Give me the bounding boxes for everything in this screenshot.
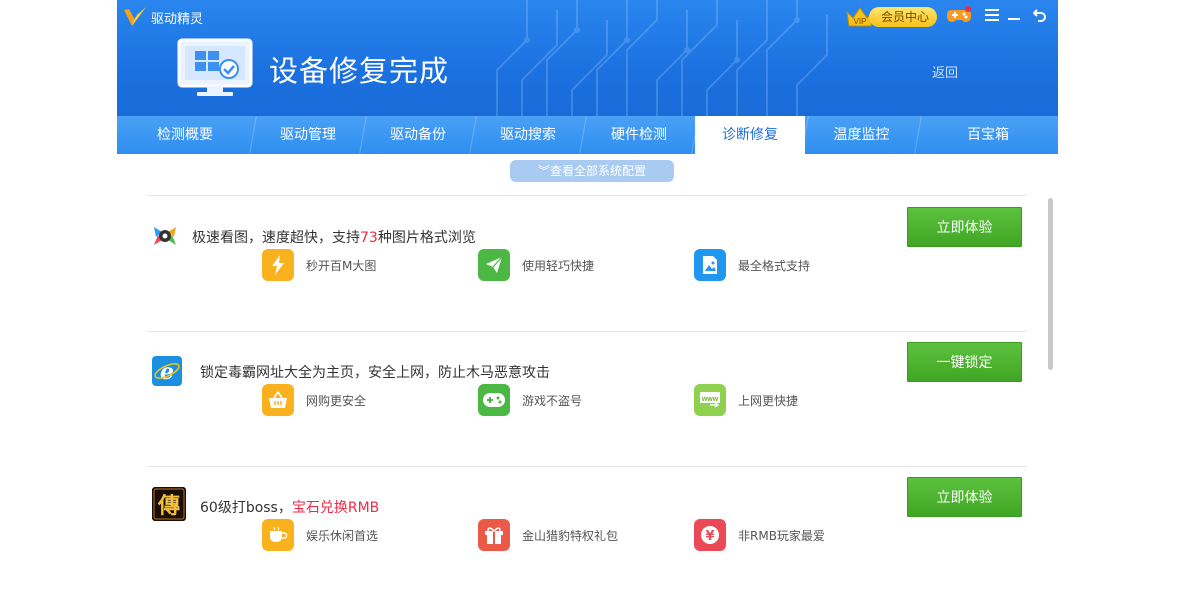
svg-text:¥: ¥ bbox=[705, 529, 714, 544]
driver-genius-window: 驱动精灵 设备修复完成 返回 VIP 会员中心 检测概要 驱动管理 驱动备份 驱… bbox=[117, 0, 1058, 600]
promo-title: 极速看图，速度超快，支持73种图片格式浏览 bbox=[192, 227, 476, 247]
close-return-button[interactable] bbox=[1029, 4, 1051, 26]
logo-swoosh-icon bbox=[124, 7, 146, 26]
photo-viewer-eye-icon bbox=[151, 222, 179, 250]
feature-label: 网购更安全 bbox=[306, 393, 367, 408]
tab-toolbox[interactable]: 百宝箱 bbox=[912, 116, 1058, 154]
feature-item: 金山猎豹特权礼包 bbox=[478, 519, 618, 551]
try-now-button[interactable]: 立即体验 bbox=[907, 207, 1022, 247]
feature-label: 使用轻巧快捷 bbox=[522, 258, 595, 273]
paper-plane-icon bbox=[478, 249, 510, 281]
feature-label: 非RMB玩家最爱 bbox=[738, 528, 825, 543]
promo-homepage-lock: e 锁定毒霸网址大全为主页，安全上网，防止木马恶意攻击 一键锁定 网购更安全 游… bbox=[117, 342, 1058, 486]
svg-text:傳: 傳 bbox=[157, 493, 180, 519]
return-arrow-icon bbox=[1033, 9, 1046, 22]
promo-title-tail: 种图片格式浏览 bbox=[377, 230, 476, 246]
view-all-config-button[interactable]: ︾查看全部系统配置 bbox=[510, 160, 674, 182]
app-logo: 驱动精灵 bbox=[123, 6, 203, 28]
double-chevron-down-icon: ︾ bbox=[537, 164, 550, 178]
gamepad-icon bbox=[478, 384, 510, 416]
circuit-decoration bbox=[496, 0, 828, 116]
promo-title-text: 60级打boss， bbox=[200, 500, 292, 516]
view-all-label: 查看全部系统配置 bbox=[550, 164, 647, 178]
tab-overview[interactable]: 检测概要 bbox=[117, 116, 253, 154]
game-center-button[interactable] bbox=[945, 4, 973, 26]
minimize-icon bbox=[1008, 18, 1020, 20]
tab-diagnose-repair[interactable]: 诊断修复 bbox=[689, 116, 805, 154]
promo-title: 60级打boss，宝石兑换RMB bbox=[200, 497, 379, 517]
promo-title-highlight: 73 bbox=[360, 230, 378, 246]
shopping-basket-icon bbox=[262, 384, 294, 416]
vip-center-button[interactable]: VIP 会员中心 bbox=[845, 6, 938, 28]
image-file-icon bbox=[694, 249, 726, 281]
ie-browser-icon: e bbox=[152, 356, 182, 386]
tab-driver-backup[interactable]: 驱动备份 bbox=[357, 116, 473, 154]
feature-item: 使用轻巧快捷 bbox=[478, 249, 594, 281]
feature-label: 金山猎豹特权礼包 bbox=[522, 528, 619, 543]
svg-text:www: www bbox=[701, 396, 719, 403]
feature-item: www 上网更快捷 bbox=[694, 384, 798, 416]
svg-text:e: e bbox=[160, 359, 174, 385]
promo-title-text: 极速看图，速度超快，支持 bbox=[192, 230, 360, 246]
promo-title-highlight: 宝石兑换RMB bbox=[291, 500, 380, 516]
feature-item: 秒开百M大图 bbox=[262, 249, 376, 281]
feature-item: 最全格式支持 bbox=[694, 249, 810, 281]
try-now-button[interactable]: 立即体验 bbox=[907, 477, 1022, 517]
tab-temperature-monitor[interactable]: 温度监控 bbox=[799, 116, 918, 154]
feature-label: 上网更快捷 bbox=[738, 393, 799, 408]
menu-button[interactable] bbox=[981, 4, 1003, 26]
feature-label: 秒开百M大图 bbox=[306, 258, 377, 273]
tab-driver-management[interactable]: 驱动管理 bbox=[247, 116, 363, 154]
feature-label: 娱乐休闲首选 bbox=[306, 528, 379, 543]
feature-item: 游戏不盗号 bbox=[478, 384, 582, 416]
lightning-icon bbox=[262, 249, 294, 281]
feature-item: 娱乐休闲首选 bbox=[262, 519, 378, 551]
monitor-check-icon bbox=[177, 38, 253, 96]
promo-photo-viewer: 极速看图，速度超快，支持73种图片格式浏览 立即体验 秒开百M大图 使用轻巧快捷… bbox=[117, 207, 1058, 351]
divider bbox=[147, 195, 1027, 196]
promo-title-text: 锁定毒霸网址大全为主页，安全上网，防止木马恶意攻击 bbox=[200, 365, 550, 381]
svg-text:VIP: VIP bbox=[854, 17, 867, 26]
legend-game-icon: 傳 bbox=[152, 487, 186, 521]
header: 驱动精灵 设备修复完成 返回 VIP 会员中心 bbox=[117, 0, 1058, 116]
feature-label: 最全格式支持 bbox=[738, 258, 811, 273]
promo-legend-game: 傳 60级打boss，宝石兑换RMB 立即体验 娱乐休闲首选 金山猎豹特权礼包 … bbox=[117, 477, 1058, 600]
minimize-button[interactable] bbox=[1003, 4, 1025, 26]
feature-label: 游戏不盗号 bbox=[522, 393, 583, 408]
back-link[interactable]: 返回 bbox=[932, 62, 958, 81]
promo-title: 锁定毒霸网址大全为主页，安全上网，防止木马恶意攻击 bbox=[200, 362, 550, 382]
gamepad-badge-icon bbox=[947, 6, 971, 22]
vip-center-label: 会员中心 bbox=[869, 7, 938, 27]
menu-icon bbox=[985, 9, 999, 21]
yen-icon: ¥ bbox=[694, 519, 726, 551]
page-title: 设备修复完成 bbox=[269, 54, 450, 88]
feature-item: ¥ 非RMB玩家最爱 bbox=[694, 519, 825, 551]
coffee-cup-icon bbox=[262, 519, 294, 551]
one-click-lock-button[interactable]: 一键锁定 bbox=[907, 342, 1022, 382]
tab-driver-search[interactable]: 驱动搜索 bbox=[467, 116, 583, 154]
gift-icon bbox=[478, 519, 510, 551]
feature-item: 网购更安全 bbox=[262, 384, 366, 416]
main-tabs: 检测概要 驱动管理 驱动备份 驱动搜索 硬件检测 诊断修复 温度监控 百宝箱 bbox=[117, 116, 1058, 154]
www-icon: www bbox=[694, 384, 726, 416]
app-name: 驱动精灵 bbox=[151, 11, 204, 27]
tab-hardware-check[interactable]: 硬件检测 bbox=[577, 116, 695, 154]
